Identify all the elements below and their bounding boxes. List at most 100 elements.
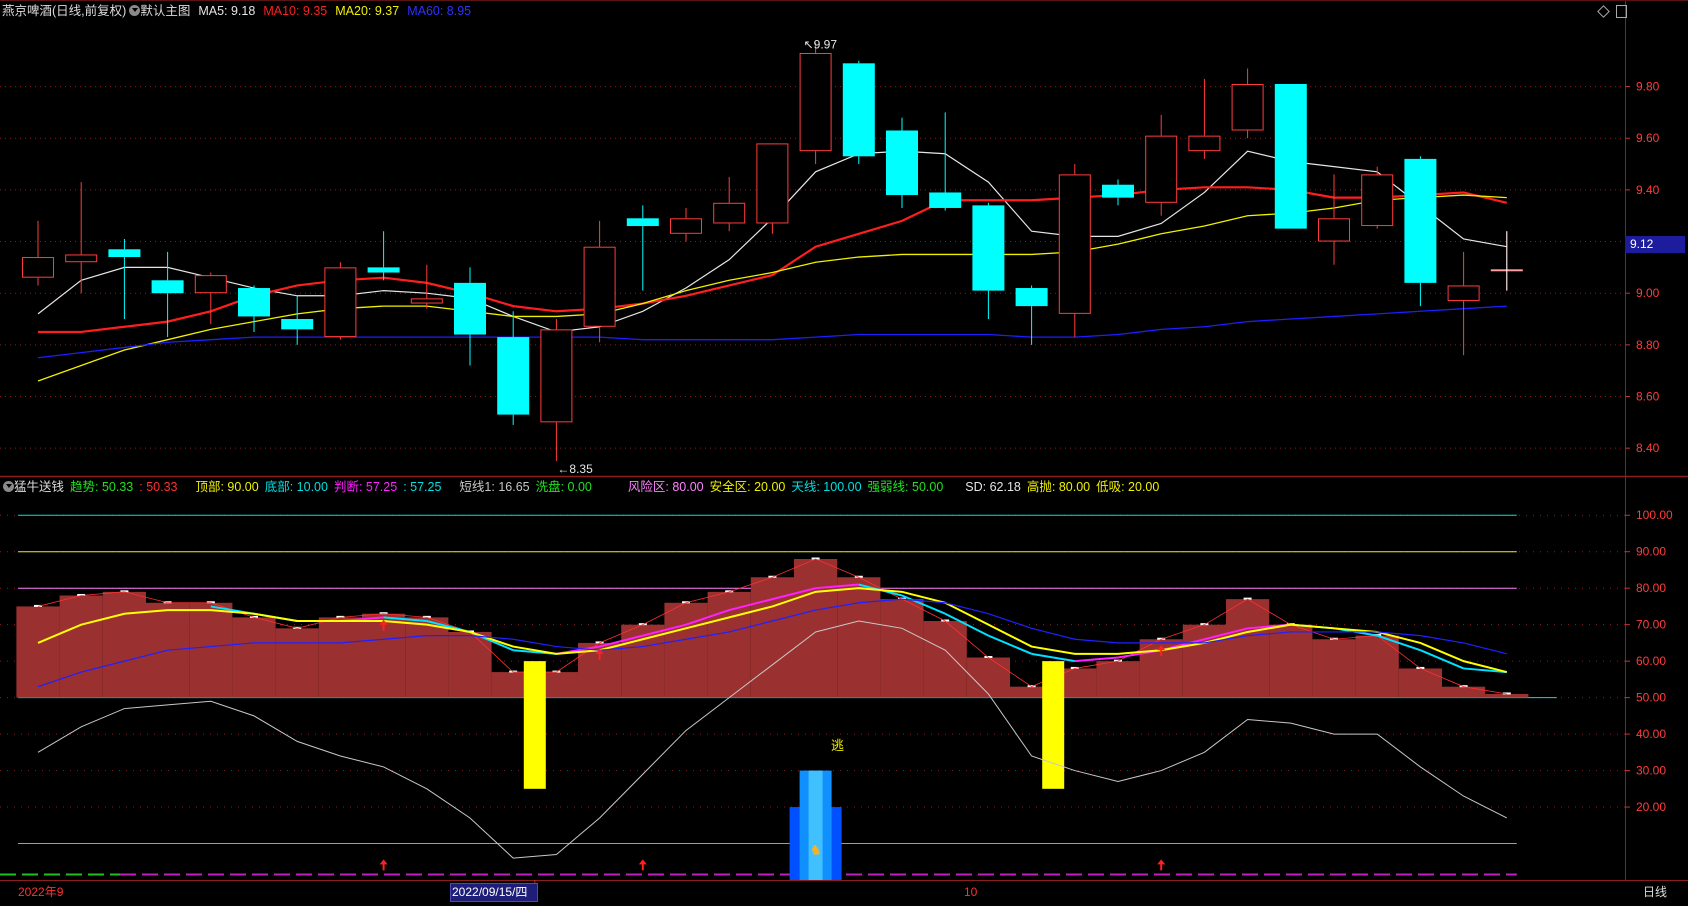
indicator-bar [1312,639,1356,698]
period-label[interactable]: 日线 [1643,883,1667,901]
indicator-bar [16,606,60,698]
bottom-value: 底部: 10.00 [264,480,328,494]
stock-title: 燕京啤酒(日线,前复权) [2,4,127,18]
escape-signal: ♞ [789,770,842,880]
candle-body-up [22,257,54,278]
indicator-tick-label: 60.00 [1636,654,1666,668]
indicator-bar [1096,661,1140,698]
high-sell-value: 高抛: 80.00 [1026,480,1091,494]
indicator-bar [275,628,319,698]
wash-value: 洗盘: 0.00 [535,480,592,494]
indicator-bar [318,617,362,698]
indicator-tick-label: 50.00 [1636,691,1666,705]
candle-body-up [1231,83,1264,131]
judge-line-segment [988,634,1032,655]
candle [1145,114,1178,216]
indicator-tick-label: 40.00 [1636,727,1666,741]
candle-body-down [151,280,184,294]
candle-body-up [194,275,227,294]
indicator-bar [1226,599,1270,698]
high-annotation: ↖9.97 [804,38,838,52]
candle-body-down [108,249,141,258]
indicator-bar [837,577,881,698]
candle-body-up [1145,135,1178,203]
price-tick-label: 9.80 [1636,80,1660,94]
candle [799,42,832,165]
price-tick-label: 9.40 [1636,183,1660,197]
candle [583,220,616,343]
candle [1058,164,1091,338]
candle-body-down [842,63,875,157]
indicator-bar [966,657,1010,698]
indicator-bar [1269,624,1313,698]
price-tick-label: 8.60 [1636,390,1660,404]
date-label-start: 2022年9 [18,885,64,899]
main-chart-header: 燕京啤酒(日线,前复权) 默认主图 MA5: 9.18 MA10: 9.35 MA20:… [0,0,471,22]
indicator-bar [405,617,449,698]
candle [756,143,789,234]
indicator-header: 猛牛送钱 趋势: 50.33: 50.33 顶部: 90.00 底部: 10.00 判断… [0,476,1159,498]
candle-body-down [886,130,918,196]
candle-body-up [410,298,443,304]
candle-body-up [1447,285,1480,301]
top-value: 顶部: 90.00 [195,480,259,494]
candle [1274,83,1307,229]
sd-value: SD: 62.18 [965,480,1021,494]
stock-chart-window: 9.809.609.409.209.008.808.608.40↖9.97←8.… [0,0,1688,902]
candle [194,272,227,325]
candle-body-up [799,52,832,152]
indicator-name[interactable]: 猛牛送钱 [14,480,64,494]
candle-body-up [713,202,746,224]
indicator-bar [1485,693,1529,698]
indicator-bar [664,602,708,698]
escape-label: 逃 [831,738,845,753]
price-tick-label: 8.80 [1636,338,1660,352]
candle [151,251,184,338]
candle-body-up [540,329,573,423]
candle-body-up [1058,174,1091,314]
candle [886,117,918,208]
candle-body-up [1188,135,1221,152]
short-line-value: 短线1: 16.65 [459,480,530,494]
candle-body-down [1015,288,1048,307]
current-price-tag: 9.12 [1625,236,1685,253]
date-label-month: 10 [964,885,978,899]
candle-body-down [1274,83,1307,229]
candle [410,264,443,309]
strength-line-value: 强弱线: 50.00 [867,480,944,494]
candle-body-up [583,246,616,327]
low-arrow-icon [638,859,647,871]
main-chart-label[interactable]: 默认主图 [140,4,190,18]
indicator-dropdown-icon[interactable] [3,481,14,492]
indicator-tick-label: 30.00 [1636,764,1666,778]
window-toggle-icon[interactable] [1616,5,1627,18]
candle [238,285,270,332]
sky-line-value: 天线: 100.00 [791,480,862,494]
candle [713,176,746,232]
date-label-selected: 2022/09/15/四 [452,885,528,899]
wash-signal-bar [523,661,546,789]
price-tick-label: 8.40 [1636,441,1660,455]
candle [626,205,659,291]
candle [108,238,141,320]
low-annotation: ←8.35 [557,462,593,476]
judge-line-segment [1074,656,1119,663]
judge-value-2: : 57.25 [403,480,442,494]
indicator-bar [1398,668,1442,698]
dropdown-icon[interactable] [129,5,141,16]
trend-value-2: : 50.33 [139,480,178,494]
chart-canvas[interactable]: 9.809.609.409.209.008.808.608.40↖9.97←8.… [0,0,1688,901]
candle [1102,179,1134,206]
safe-zone-value: 安全区: 20.00 [709,480,786,494]
indicator-bar [448,631,492,698]
candle [842,60,875,165]
ma60-value: MA60: 8.95 [407,4,472,18]
candle-body-down [972,205,1005,291]
indicator-bars [16,557,1529,698]
candle-body-down [1404,158,1437,283]
candle-body-down [497,337,530,415]
indicator-bar [1355,635,1399,698]
judge-value: 判断: 57.25 [333,480,398,494]
ma5-value: MA5: 9.18 [198,4,256,18]
candle-body-down [454,282,486,335]
